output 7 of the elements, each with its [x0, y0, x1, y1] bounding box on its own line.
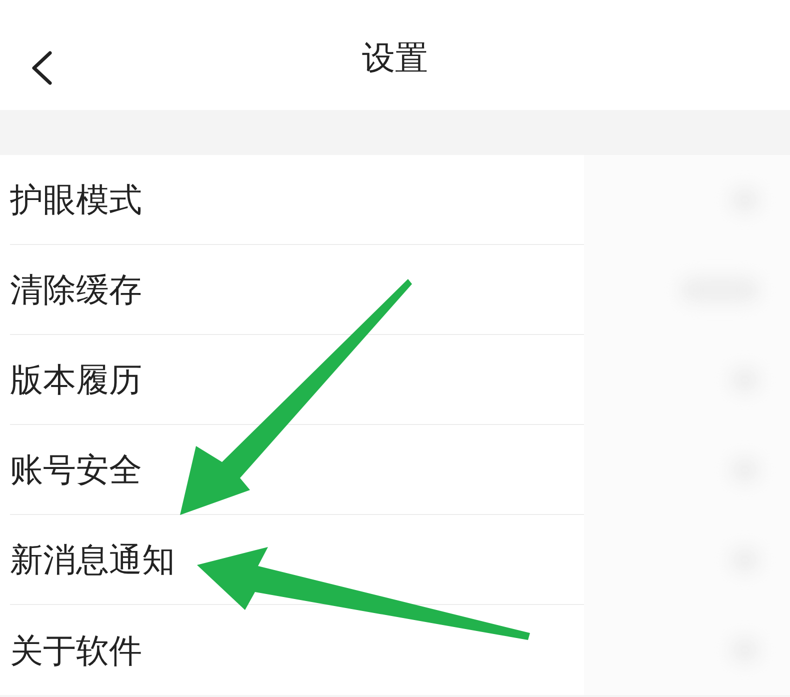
settings-item[interactable]: 新消息通知 — [10, 543, 175, 576]
settings-item[interactable]: 护眼模式 — [10, 183, 142, 216]
settings-item[interactable]: 版本履历 — [10, 363, 142, 396]
settings-item[interactable]: 清除缓存 — [10, 273, 142, 306]
page-title: 设置 — [362, 40, 428, 74]
settings-item[interactable]: 关于软件 — [10, 634, 142, 666]
settings-item[interactable]: 账号安全 — [10, 453, 142, 486]
